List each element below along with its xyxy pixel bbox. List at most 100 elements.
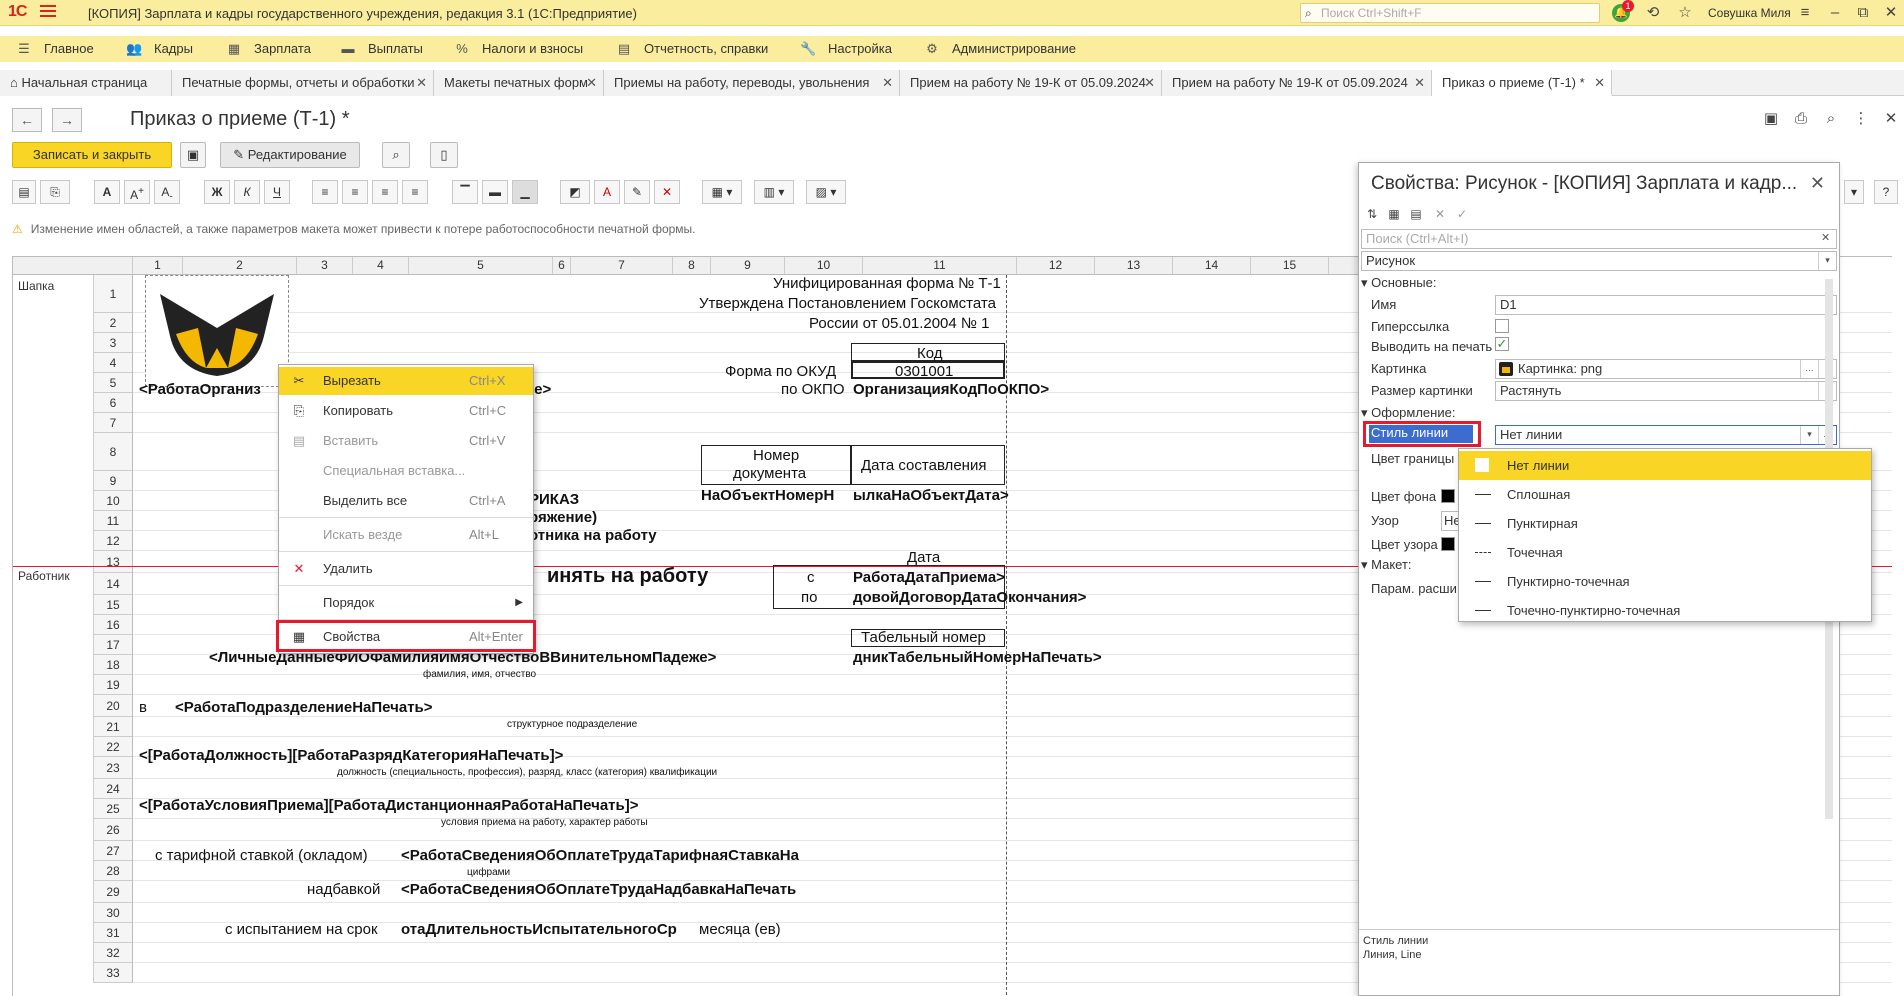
clear-format-button[interactable]: ✕ [654,180,680,204]
pencil-icon[interactable]: ✎ [624,180,650,204]
filter-icon[interactable]: ▤ [1407,205,1425,223]
line-style-option-dot-dash-dot[interactable]: Точечно-пунктирно-точечная [1459,596,1871,625]
valign-top-button[interactable]: ▔ [452,180,478,204]
context-menu-search-everywhere[interactable]: Искать везде Alt+L [279,521,533,549]
column-header[interactable]: 7 [571,257,673,275]
line-style-option-dotted[interactable]: Точечная [1459,538,1871,567]
merge-cells-button[interactable]: ▥ ▾ [754,180,794,204]
clear-search-icon[interactable]: ✕ [1821,231,1830,244]
row-header[interactable]: 21 [93,717,133,737]
close-tab-icon[interactable]: ✕ [1144,70,1155,96]
apply-icon[interactable]: ✓ [1453,205,1471,223]
row-header[interactable]: 23 [93,757,133,779]
preview-button[interactable]: ⌕ [382,142,410,168]
object-selector[interactable]: Рисунок ▾ [1361,251,1837,271]
row-header[interactable]: 27 [93,841,133,861]
context-menu-copy[interactable]: ⎘ Копировать Ctrl+C [279,397,533,425]
categories-icon[interactable]: ▦ [1385,205,1403,223]
tab-hire-doc-1[interactable]: Прием на работу № 19-К от 05.09.2024 ✕ [900,70,1162,96]
row-header[interactable]: 22 [93,737,133,757]
save-and-close-button[interactable]: Записать и закрыть [12,142,172,168]
menu-item-admin[interactable]: ⚙ Администрирование [924,36,1094,62]
column-header[interactable]: 3 [297,257,353,275]
save-icon[interactable]: ▣ [1762,110,1780,128]
bold-button[interactable]: Ж [204,180,230,204]
settings-menu-icon[interactable]: ≡ [1796,4,1814,22]
tab-hirings[interactable]: Приемы на работу, переводы, увольнения ✕ [604,70,900,96]
history-icon[interactable]: ⟲ [1644,4,1662,22]
row-header[interactable]: 28 [93,861,133,881]
row-header[interactable]: 26 [93,819,133,841]
close-window-icon[interactable]: ✕ [1882,4,1900,22]
close-tab-icon[interactable]: ✕ [416,70,427,96]
context-menu-delete[interactable]: ✕ Удалить [279,555,533,583]
close-tab-icon[interactable]: ✕ [586,70,597,96]
menu-item-taxes[interactable]: % Налоги и взносы [454,36,604,62]
row-header[interactable]: 32 [93,943,133,963]
line-style-option-none[interactable]: Нет линии [1459,451,1871,480]
valign-middle-button[interactable]: ▬ [482,180,508,204]
row-header[interactable]: 12 [93,531,133,551]
row-header[interactable]: 10 [93,491,133,511]
owl-logo-picture[interactable] [145,275,289,387]
row-header[interactable]: 20 [93,695,133,717]
fill-color-button[interactable]: ◩ [560,180,590,204]
row-header[interactable]: 4 [93,353,133,373]
row-header[interactable]: 30 [93,903,133,923]
row-header[interactable]: 1 [93,275,133,313]
row-header[interactable]: 19 [93,675,133,695]
app-menu-icon[interactable] [40,5,56,19]
borders-button[interactable]: ▦ ▾ [702,180,742,204]
name-field[interactable]: D1 [1495,295,1837,315]
preview-icon[interactable]: ⌕ [1822,110,1840,128]
picture-field[interactable]: Картинка: png…✕ [1495,359,1837,379]
row-header[interactable]: 6 [93,393,133,413]
column-header[interactable]: 6 [553,257,571,275]
group-main[interactable]: ▾ Основные: [1361,275,1436,291]
context-menu-cut[interactable]: ✂ Вырезать Ctrl+X [279,367,533,395]
align-left-button[interactable]: ≡ [312,180,338,204]
column-header[interactable]: 4 [353,257,409,275]
row-header[interactable]: 17 [93,635,133,655]
column-header[interactable]: 14 [1173,257,1251,275]
row-header[interactable]: 31 [93,923,133,943]
more-icon[interactable]: … [1800,360,1818,378]
group-layout[interactable]: ▾ Макет: [1361,557,1412,573]
tab-templates[interactable]: Макеты печатных форм ✕ [434,70,604,96]
print-checkbox[interactable]: ✓ [1495,337,1509,351]
close-properties-icon[interactable]: ✕ [1810,173,1825,194]
page-button[interactable]: ▯ [430,142,458,168]
row-header[interactable]: 16 [93,615,133,635]
column-header[interactable]: 12 [1017,257,1095,275]
user-name[interactable]: Совушка Миля [1708,6,1791,20]
row-header[interactable]: 2 [93,313,133,333]
column-header[interactable]: 10 [785,257,863,275]
line-style-select[interactable]: Нет линии▾… [1495,425,1837,445]
row-header[interactable]: 25 [93,799,133,819]
font-increase-button[interactable]: A+ [124,180,150,204]
column-header[interactable]: 9 [711,257,785,275]
row-header[interactable]: 33 [93,963,133,983]
align-right-button[interactable]: ≡ [372,180,398,204]
valign-bottom-button[interactable]: ▁ [512,180,538,204]
tab-print-forms[interactable]: Печатные формы, отчеты и обработки ✕ [172,70,434,96]
more-dropdown-button[interactable]: ▾ [1844,180,1864,204]
tab-hire-doc-2[interactable]: Прием на работу № 19-К от 05.09.2024 ✕ [1162,70,1432,96]
context-menu-order[interactable]: Порядок ▶ [279,589,533,617]
row-header[interactable]: 7 [93,413,133,433]
align-center-button[interactable]: ≡ [342,180,368,204]
line-style-option-dash-dot[interactable]: Пунктирно-точечная [1459,567,1871,596]
copy-format-button[interactable]: ▤ [12,180,36,204]
cancel-icon[interactable]: ✕ [1431,205,1449,223]
edit-mode-toggle[interactable]: ✎ Редактирование [220,142,360,168]
close-form-icon[interactable]: ✕ [1882,110,1900,128]
column-header[interactable]: 1 [133,257,183,275]
column-header[interactable]: 8 [673,257,711,275]
column-header[interactable]: 15 [1251,257,1329,275]
restore-icon[interactable]: ⧉ [1854,4,1872,22]
close-tab-icon[interactable]: ✕ [1414,70,1425,96]
properties-search-input[interactable]: Поиск (Ctrl+Alt+I) [1361,229,1837,249]
back-button[interactable]: ← [12,108,42,132]
tab-home[interactable]: ⌂ Начальная страница [0,70,172,96]
line-style-option-solid[interactable]: Сплошная [1459,480,1871,509]
